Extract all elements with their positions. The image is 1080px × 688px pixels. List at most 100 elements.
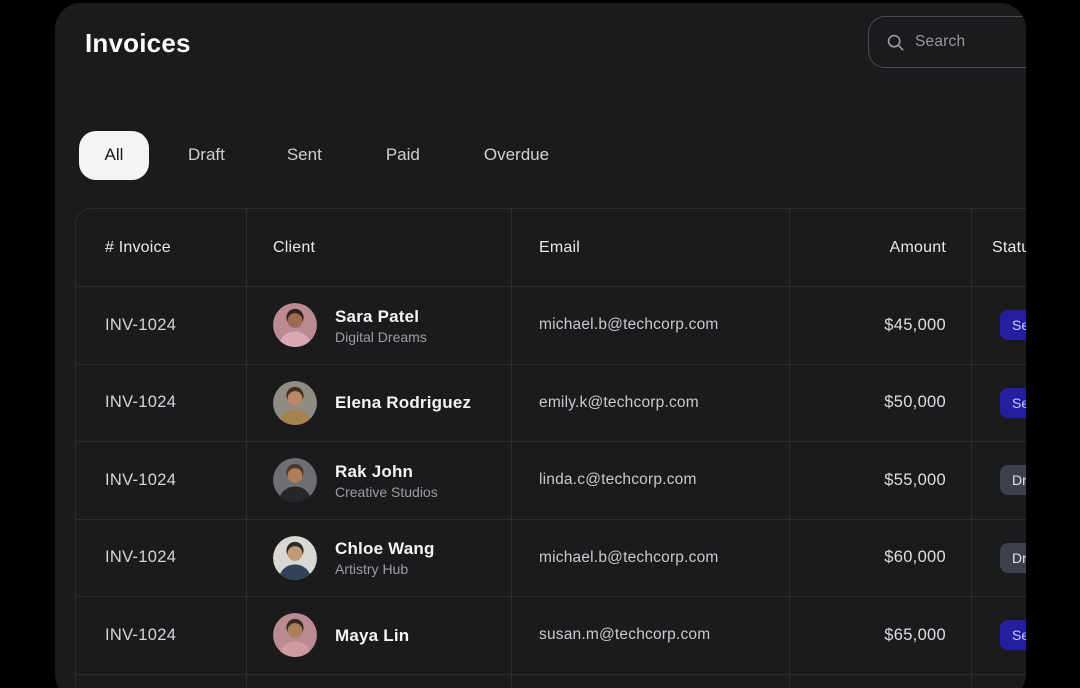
cell-client: Rak John Creative Studios	[246, 442, 511, 519]
cell-client: Maya Lin	[246, 597, 511, 674]
cell-email: susan.m@techcorp.com	[511, 597, 789, 674]
column-header-status: Status	[971, 209, 1026, 286]
tab-overdue[interactable]: Overdue	[484, 145, 549, 165]
cell-amount	[789, 675, 971, 688]
column-header-label: Email	[539, 239, 580, 257]
cell-amount: $65,000	[789, 597, 971, 674]
tab-all[interactable]: All	[79, 131, 149, 180]
avatar	[273, 458, 317, 502]
client-name: Rak John	[335, 461, 438, 482]
invoice-number: INV-1024	[105, 471, 176, 490]
tab-label: Draft	[188, 145, 225, 164]
page-title: Invoices	[85, 28, 191, 59]
cell-status: Sent	[971, 287, 1026, 364]
client-company: Creative Studios	[335, 484, 438, 500]
invoice-number: INV-1024	[105, 393, 176, 412]
cell-client	[246, 675, 511, 688]
client-company: Artistry Hub	[335, 561, 435, 577]
column-header-label: Status	[992, 239, 1026, 257]
table-row[interactable]: INV-1024 Elena Rodriguez emily.k@techcor…	[76, 364, 1026, 442]
invoice-amount: $65,000	[884, 626, 946, 645]
cell-email: linda.c@techcorp.com	[511, 442, 789, 519]
invoices-panel: Invoices Search AllDraftSentPaidOverdue …	[55, 3, 1026, 688]
cell-invoice: INV-1024	[76, 287, 246, 364]
column-header-label: Amount	[890, 239, 946, 257]
client-text: Elena Rodriguez	[335, 392, 471, 413]
cell-status: Draft	[971, 520, 1026, 597]
cell-invoice: INV-1024	[76, 597, 246, 674]
tab-label: Paid	[386, 145, 420, 164]
table-row[interactable]	[76, 674, 1026, 688]
invoice-amount: $60,000	[884, 548, 946, 567]
cell-email: michael.b@techcorp.com	[511, 287, 789, 364]
invoice-number: INV-1024	[105, 626, 176, 645]
client-email: linda.c@techcorp.com	[539, 471, 697, 489]
search-icon	[886, 33, 905, 52]
cell-invoice: INV-1024	[76, 365, 246, 442]
column-header-client: Client	[246, 209, 511, 286]
cell-status: Draft	[971, 442, 1026, 519]
cell-client: Chloe Wang Artistry Hub	[246, 520, 511, 597]
filter-tabs: All Draft Sent Paid Overdue	[79, 130, 549, 180]
status-badge: Sent	[1000, 310, 1026, 340]
avatar	[273, 381, 317, 425]
client-name: Sara Patel	[335, 306, 427, 327]
table-header-row: # Invoice Client Email Amount Status	[76, 209, 1026, 286]
client-text: Rak John Creative Studios	[335, 461, 438, 500]
invoice-amount: $45,000	[884, 316, 946, 335]
client-text: Chloe Wang Artistry Hub	[335, 538, 435, 577]
cell-invoice	[76, 675, 246, 688]
client-text: Maya Lin	[335, 625, 409, 646]
column-header-amount: Amount	[789, 209, 971, 286]
tab-draft[interactable]: Draft	[188, 145, 225, 165]
invoice-amount: $55,000	[884, 471, 946, 490]
column-header-label: # Invoice	[105, 239, 171, 257]
client-company: Digital Dreams	[335, 329, 427, 345]
cell-email: michael.b@techcorp.com	[511, 520, 789, 597]
tab-sent[interactable]: Sent	[287, 145, 322, 165]
cell-client: Sara Patel Digital Dreams	[246, 287, 511, 364]
tab-paid[interactable]: Paid	[386, 145, 420, 165]
status-badge: Sent	[1000, 388, 1026, 418]
avatar	[273, 613, 317, 657]
table-row[interactable]: INV-1024 Maya Lin susan.m@techcorp.com $…	[76, 596, 1026, 674]
tab-label: Sent	[287, 145, 322, 164]
cell-status: Sent	[971, 365, 1026, 442]
search-box[interactable]: Search	[868, 16, 1026, 68]
table-row[interactable]: INV-1024 Sara Patel Digital Dreams micha…	[76, 286, 1026, 364]
column-header-email: Email	[511, 209, 789, 286]
cell-email	[511, 675, 789, 688]
avatar	[273, 303, 317, 347]
table-body: INV-1024 Sara Patel Digital Dreams micha…	[76, 286, 1026, 688]
screen: Invoices Search AllDraftSentPaidOverdue …	[0, 0, 1080, 688]
cell-amount: $45,000	[789, 287, 971, 364]
invoices-table: # Invoice Client Email Amount Status INV-102…	[75, 208, 1026, 688]
cell-invoice: INV-1024	[76, 520, 246, 597]
client-name: Elena Rodriguez	[335, 392, 471, 413]
client-email: michael.b@techcorp.com	[539, 549, 719, 567]
client-email: emily.k@techcorp.com	[539, 394, 699, 412]
cell-status: Sent	[971, 597, 1026, 674]
cell-invoice: INV-1024	[76, 442, 246, 519]
cell-client: Elena Rodriguez	[246, 365, 511, 442]
cell-amount: $60,000	[789, 520, 971, 597]
client-name: Chloe Wang	[335, 538, 435, 559]
invoice-number: INV-1024	[105, 548, 176, 567]
column-header-invoice: # Invoice	[76, 209, 246, 286]
client-name: Maya Lin	[335, 625, 409, 646]
status-badge: Draft	[1000, 543, 1026, 573]
client-text: Sara Patel Digital Dreams	[335, 306, 427, 345]
cell-amount: $50,000	[789, 365, 971, 442]
cell-email: emily.k@techcorp.com	[511, 365, 789, 442]
tab-label: All	[105, 145, 124, 165]
cell-status	[971, 675, 1026, 688]
client-email: michael.b@techcorp.com	[539, 316, 719, 334]
avatar	[273, 536, 317, 580]
cell-amount: $55,000	[789, 442, 971, 519]
invoice-number: INV-1024	[105, 316, 176, 335]
column-header-label: Client	[273, 239, 315, 257]
status-badge: Draft	[1000, 465, 1026, 495]
table-row[interactable]: INV-1024 Chloe Wang Artistry Hub michael…	[76, 519, 1026, 597]
tab-label: Overdue	[484, 145, 549, 164]
table-row[interactable]: INV-1024 Rak John Creative Studios linda…	[76, 441, 1026, 519]
